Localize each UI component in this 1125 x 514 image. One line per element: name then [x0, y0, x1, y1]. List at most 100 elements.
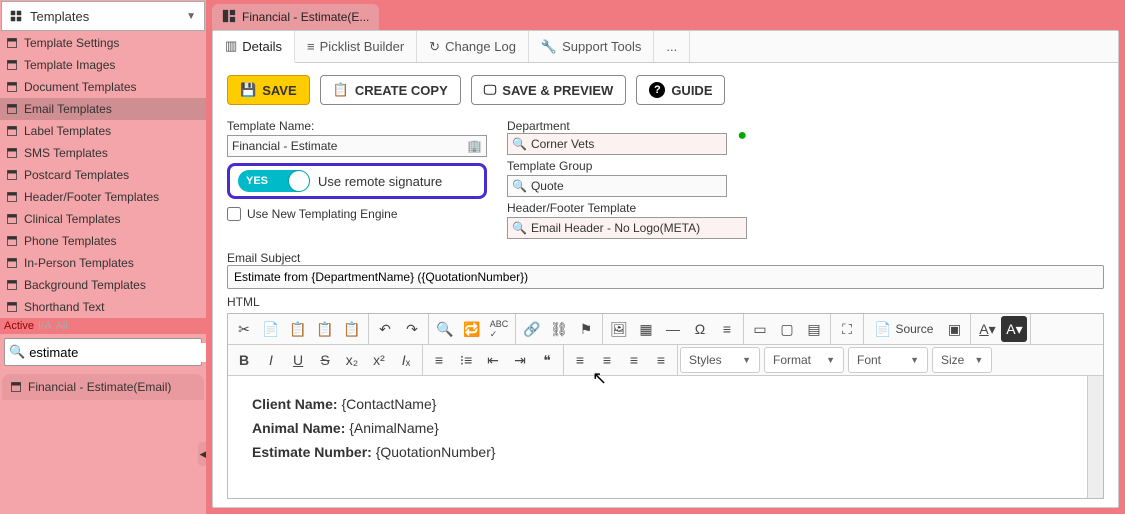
new-engine-checkbox[interactable] — [227, 207, 241, 221]
search-input[interactable] — [25, 343, 209, 362]
justify-icon[interactable]: ≡ — [648, 347, 674, 373]
save-preview-button[interactable]: 🖵SAVE & PREVIEW — [471, 75, 627, 105]
paste-word-icon[interactable]: 📋 — [339, 316, 365, 342]
subtab-icon: 🔧 — [541, 39, 557, 55]
sidebar-item-8[interactable]: Clinical Templates — [0, 208, 206, 230]
sidebar-item-0[interactable]: Template Settings — [0, 32, 206, 54]
bold-icon[interactable]: B — [231, 347, 257, 373]
sidebar-item-1[interactable]: Template Images — [0, 54, 206, 76]
hr-icon[interactable]: ― — [660, 316, 686, 342]
subtab-4[interactable]: ... — [654, 31, 690, 62]
undo-icon[interactable]: ↶ — [372, 316, 398, 342]
sidebar-item-12[interactable]: Shorthand Text — [0, 296, 206, 318]
spellcheck-icon[interactable]: ABC✓ — [486, 316, 512, 342]
replace-icon[interactable]: 🔁 — [459, 316, 485, 342]
cut-icon[interactable]: ✂ — [231, 316, 257, 342]
source-button[interactable]: 📄Source — [867, 316, 940, 342]
superscript-icon[interactable]: x² — [366, 347, 392, 373]
create-copy-button[interactable]: 📋CREATE COPY — [320, 75, 461, 105]
paste-text-icon[interactable]: 📋 — [312, 316, 338, 342]
building-icon[interactable]: 🏢 — [467, 139, 482, 153]
sidebar-item-2[interactable]: Document Templates — [0, 76, 206, 98]
blockquote-icon[interactable]: ❝ — [534, 347, 560, 373]
maximize-icon[interactable]: ⛶ — [834, 316, 860, 342]
sidebar-item-10[interactable]: In-Person Templates — [0, 252, 206, 274]
tab-title: Financial - Estimate(E... — [242, 10, 369, 24]
underline-icon[interactable]: U — [285, 347, 311, 373]
sidebar-item-6[interactable]: Postcard Templates — [0, 164, 206, 186]
template-item-icon — [6, 301, 18, 313]
paste-icon[interactable]: 📋 — [285, 316, 311, 342]
styles-dropdown[interactable]: Styles▼ — [680, 347, 760, 373]
outdent-icon[interactable]: ⇤ — [480, 347, 506, 373]
file-tab[interactable]: Financial - Estimate(E... — [212, 4, 379, 30]
sidebar-item-11[interactable]: Background Templates — [0, 274, 206, 296]
subtabs: ▥Details≡Picklist Builder↻Change Log🔧Sup… — [213, 31, 1118, 63]
font-dropdown[interactable]: Font▼ — [848, 347, 928, 373]
unlink-icon[interactable]: ⛓ — [546, 316, 572, 342]
vertical-scrollbar[interactable] — [1087, 376, 1103, 498]
search-result[interactable]: Financial - Estimate(Email) — [2, 374, 204, 400]
filter-active[interactable]: Active — [4, 320, 34, 332]
guide-button[interactable]: ?GUIDE — [636, 75, 725, 105]
bullet-list-icon[interactable]: ⁝≡ — [453, 347, 479, 373]
align-right-icon[interactable]: ≡ — [621, 347, 647, 373]
anchor-icon[interactable]: ⚑ — [573, 316, 599, 342]
sidebar-header[interactable]: Templates ▼ — [1, 1, 205, 31]
editor-toolbar-row1: ✂ 📄 📋 📋 📋 ↶ ↷ 🔍 🔁 ABC✓ — [228, 314, 1103, 345]
search-box[interactable]: 🔍 ⌨ — [4, 338, 202, 366]
link-icon[interactable]: 🔗 — [519, 316, 545, 342]
hf-field[interactable]: 🔍 Email Header - No Logo(META) — [507, 217, 747, 239]
sidebar-item-5[interactable]: SMS Templates — [0, 142, 206, 164]
subtab-1[interactable]: ≡Picklist Builder — [295, 31, 417, 62]
template-name-field[interactable]: Financial - Estimate 🏢 — [227, 135, 487, 157]
sidebar-item-9[interactable]: Phone Templates — [0, 230, 206, 252]
new-engine-row[interactable]: Use New Templating Engine — [227, 207, 487, 221]
remove-format-icon[interactable]: Iₓ — [393, 347, 419, 373]
subject-input[interactable] — [227, 265, 1104, 289]
editor-content[interactable]: Client Name: {ContactName} Animal Name: … — [228, 376, 1087, 498]
pagebreak-icon[interactable]: ≡ — [714, 316, 740, 342]
remote-signature-toggle[interactable]: YES — [238, 170, 310, 192]
subscript-icon[interactable]: x₂ — [339, 347, 365, 373]
template-icon[interactable]: ▤ — [801, 316, 827, 342]
size-dropdown[interactable]: Size▼ — [932, 347, 992, 373]
redo-icon[interactable]: ↷ — [399, 316, 425, 342]
filter-all[interactable]: All — [55, 320, 67, 332]
template-item-icon — [6, 125, 18, 137]
italic-icon[interactable]: I — [258, 347, 284, 373]
image-icon[interactable]: 🖼 — [606, 316, 632, 342]
search-icon: 🔍 — [512, 221, 527, 235]
subtab-0[interactable]: ▥Details — [213, 31, 295, 63]
indent-icon[interactable]: ⇥ — [507, 347, 533, 373]
align-center-icon[interactable]: ≡ — [594, 347, 620, 373]
result-label: Financial - Estimate(Email) — [28, 380, 171, 394]
chevron-down-icon: ▼ — [186, 11, 196, 22]
copy-icon[interactable]: 📄 — [258, 316, 284, 342]
filter-ia[interactable]: I/A — [38, 320, 51, 332]
div-icon[interactable]: ▭ — [747, 316, 773, 342]
subtab-2[interactable]: ↻Change Log — [417, 31, 529, 62]
save-button[interactable]: 💾SAVE — [227, 75, 310, 105]
department-field[interactable]: 🔍 Corner Vets — [507, 133, 727, 155]
template-item-icon — [6, 213, 18, 225]
numbered-list-icon[interactable]: ≡ — [426, 347, 452, 373]
group-field[interactable]: 🔍 Quote — [507, 175, 727, 197]
special-char-icon[interactable]: Ω — [687, 316, 713, 342]
template-item-icon — [6, 103, 18, 115]
format-dropdown[interactable]: Format▼ — [764, 347, 844, 373]
sidebar-item-3[interactable]: Email Templates — [0, 98, 206, 120]
table-icon[interactable]: ▦ — [633, 316, 659, 342]
strike-icon[interactable]: S — [312, 347, 338, 373]
sidebar-item-4[interactable]: Label Templates — [0, 120, 206, 142]
align-left-icon[interactable]: ≡ — [567, 347, 593, 373]
sidebar-item-7[interactable]: Header/Footer Templates — [0, 186, 206, 208]
iframe-icon[interactable]: ▢ — [774, 316, 800, 342]
add-department-button[interactable]: ● — [737, 127, 747, 145]
search-icon: 🔍 — [512, 137, 527, 151]
find-icon[interactable]: 🔍 — [432, 316, 458, 342]
show-blocks-icon[interactable]: ▣ — [941, 316, 967, 342]
bg-color-icon[interactable]: A▾ — [1001, 316, 1027, 342]
text-color-icon[interactable]: A▾ — [974, 316, 1000, 342]
subtab-3[interactable]: 🔧Support Tools — [529, 31, 654, 62]
